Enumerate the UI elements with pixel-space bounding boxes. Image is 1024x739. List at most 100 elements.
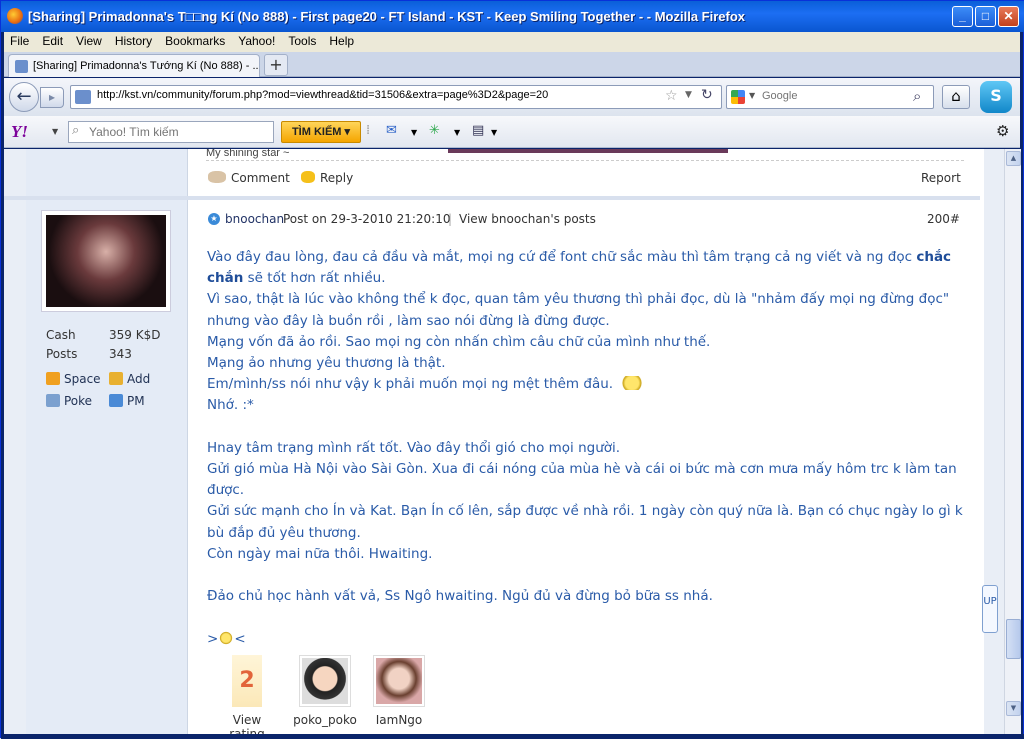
- home-icon: [46, 372, 60, 385]
- pm-link[interactable]: PM: [109, 394, 145, 408]
- window-title: [Sharing] Primadonna's T□□ng Kí (No 888)…: [28, 9, 746, 24]
- toolbar-separator-icon: ⁞: [366, 123, 371, 138]
- tab-label: [Sharing] Primadonna's Tướng Kí (No 888)…: [33, 60, 260, 72]
- message-line: Còn ngày mai nữa thôi. Hwaiting.: [207, 545, 433, 562]
- url-dropdown-icon[interactable]: ▼: [685, 90, 692, 100]
- view-rating[interactable]: 2 View rating: [214, 655, 280, 734]
- mail-dropdown-icon[interactable]: ▼: [411, 128, 417, 137]
- mail-icon[interactable]: ✉: [386, 123, 397, 138]
- menu-history[interactable]: History: [109, 32, 159, 48]
- menu-view[interactable]: View: [70, 32, 109, 48]
- page-dropdown-icon[interactable]: ▼: [491, 128, 497, 137]
- add-friend-link[interactable]: Add: [109, 372, 150, 386]
- online-status-icon: ★: [208, 213, 220, 225]
- maximize-button[interactable]: □: [975, 6, 996, 27]
- grin-smiley-icon: [218, 630, 235, 645]
- signature-text: My shining star ~: [206, 149, 290, 159]
- new-tab-button[interactable]: +: [264, 54, 288, 76]
- post-area: My shining star ~ Comment Reply Report ★…: [188, 149, 984, 734]
- reply-button[interactable]: Reply: [301, 171, 353, 185]
- firefox-icon: [7, 8, 23, 24]
- hug-smiley-icon: [617, 376, 648, 391]
- post-message: Vào đây đau lòng, đau cả đầu và mắt, mọi…: [207, 247, 969, 650]
- page-icon[interactable]: ▤: [472, 123, 484, 138]
- comment-button[interactable]: Comment: [208, 171, 290, 185]
- signature-image: [448, 149, 728, 153]
- space-link[interactable]: Space: [46, 372, 101, 386]
- message-line: Đảo chủ học hành vất vả, Ss Ngô hwaiting…: [207, 588, 713, 605]
- widgets-icon[interactable]: ✳: [429, 123, 440, 138]
- stat-cash: Cash 359 K$D: [46, 328, 161, 342]
- rater-iamngo[interactable]: IamNgo: [366, 655, 432, 727]
- forward-button[interactable]: ▸: [40, 87, 64, 108]
- navigation-toolbar: ← ▸ ☆ ▼ ↻ ▼ ⌕ ⌂ S: [4, 78, 1020, 116]
- widgets-dropdown-icon[interactable]: ▼: [454, 128, 460, 137]
- yahoo-toolbar: Y! ▼ ⌕ TÌM KIẾM ▾ ⁞ ✉ ▼ ✳ ▼ ▤ ▼ ⚙: [4, 116, 1020, 148]
- menu-edit[interactable]: Edit: [36, 32, 70, 48]
- vertical-scrollbar[interactable]: ▲ ▼: [1004, 149, 1021, 734]
- yahoo-search-input[interactable]: [89, 125, 269, 139]
- minimize-button[interactable]: _: [952, 6, 973, 27]
- poke-link[interactable]: Poke: [46, 394, 92, 408]
- google-engine-icon[interactable]: [731, 90, 745, 104]
- yahoo-logo[interactable]: Y!: [11, 122, 28, 142]
- scroll-thumb[interactable]: [1006, 619, 1021, 659]
- handshake-icon: [109, 372, 123, 385]
- message-line: Vào đây đau lòng, đau cả đầu và mắt, mọi…: [207, 249, 952, 287]
- close-button[interactable]: ✕: [998, 6, 1019, 27]
- user-info-column: Cash 359 K$D Posts 343 Space Add Poke PM: [26, 149, 188, 734]
- search-input[interactable]: [762, 90, 902, 102]
- gear-icon[interactable]: ⚙: [996, 122, 1009, 140]
- home-button[interactable]: ⌂: [942, 85, 970, 109]
- previous-post-footer: My shining star ~ Comment Reply Report: [188, 149, 984, 193]
- scroll-down-icon[interactable]: ▼: [1006, 701, 1021, 716]
- site-favicon-icon: [15, 60, 28, 73]
- url-input[interactable]: [97, 89, 657, 101]
- search-icon: ⌕: [72, 123, 80, 138]
- title-bar: [Sharing] Primadonna's T□□ng Kí (No 888)…: [1, 1, 1024, 32]
- message-line: > <: [207, 630, 246, 647]
- post-author[interactable]: bnoochan: [225, 212, 284, 226]
- address-bar[interactable]: ☆ ▼ ↻: [70, 85, 722, 109]
- scroll-to-top-button[interactable]: UP: [982, 585, 998, 633]
- search-icon[interactable]: ⌕: [913, 87, 921, 105]
- reply-icon: [301, 171, 315, 183]
- message-line: Gửi gió mùa Hà Nội vào Sài Gòn. Xua đi c…: [207, 461, 957, 499]
- message-line: Hnay tâm trạng mình rất tốt. Vào đây thổ…: [207, 439, 621, 456]
- search-box[interactable]: ▼ ⌕: [726, 85, 934, 109]
- menu-help[interactable]: Help: [323, 32, 361, 48]
- bookmark-star-icon[interactable]: ☆: [665, 88, 678, 104]
- message-line: Gửi sức mạnh cho Ín và Kat. Bạn Ín cố lê…: [207, 503, 963, 541]
- envelope-icon: [109, 394, 123, 407]
- view-author-posts-link[interactable]: View bnoochan's posts: [459, 212, 596, 226]
- avatar[interactable]: [41, 210, 171, 312]
- menu-bookmarks[interactable]: Bookmarks: [159, 32, 232, 48]
- rater-poko-poko[interactable]: poko_poko: [292, 655, 358, 727]
- browser-window: [Sharing] Primadonna's T□□ng Kí (No 888)…: [0, 0, 1024, 739]
- menu-yahoo[interactable]: Yahoo!: [232, 32, 282, 48]
- page-content: Cash 359 K$D Posts 343 Space Add Poke PM M…: [4, 149, 1004, 734]
- menu-tools[interactable]: Tools: [282, 32, 323, 48]
- post-number[interactable]: 200#: [927, 212, 960, 226]
- yahoo-search-box[interactable]: ⌕: [68, 121, 274, 143]
- scroll-up-icon[interactable]: ▲: [1006, 151, 1021, 166]
- back-button[interactable]: ←: [9, 82, 39, 112]
- message-line: Mạng ảo nhưng yêu thương là thật.: [207, 355, 446, 372]
- view-rating-label: View rating: [229, 713, 265, 734]
- tab-bar: [Sharing] Primadonna's Tướng Kí (No 888)…: [4, 52, 1020, 77]
- rating-count: 2: [232, 655, 262, 707]
- comment-icon: [208, 171, 226, 183]
- message-line: Em/mình/ss nói như vậy k phải muốn mọi n…: [207, 374, 969, 395]
- engine-dropdown-icon[interactable]: ▼: [749, 91, 755, 100]
- poke-icon: [46, 394, 60, 407]
- menu-file[interactable]: File: [4, 32, 36, 48]
- yahoo-dropdown-icon[interactable]: ▼: [52, 127, 58, 136]
- reload-icon[interactable]: ↻: [701, 87, 713, 103]
- tab-current[interactable]: [Sharing] Primadonna's Tướng Kí (No 888)…: [8, 54, 260, 77]
- message-line: Nhớ. :*: [207, 397, 254, 414]
- menu-bar: File Edit View History Bookmarks Yahoo! Tools H…: [4, 32, 1020, 52]
- yahoo-search-button[interactable]: TÌM KIẾM ▾: [281, 121, 361, 143]
- report-link[interactable]: Report: [921, 171, 961, 185]
- site-identity-icon[interactable]: [75, 90, 91, 104]
- skype-icon[interactable]: S: [980, 81, 1012, 113]
